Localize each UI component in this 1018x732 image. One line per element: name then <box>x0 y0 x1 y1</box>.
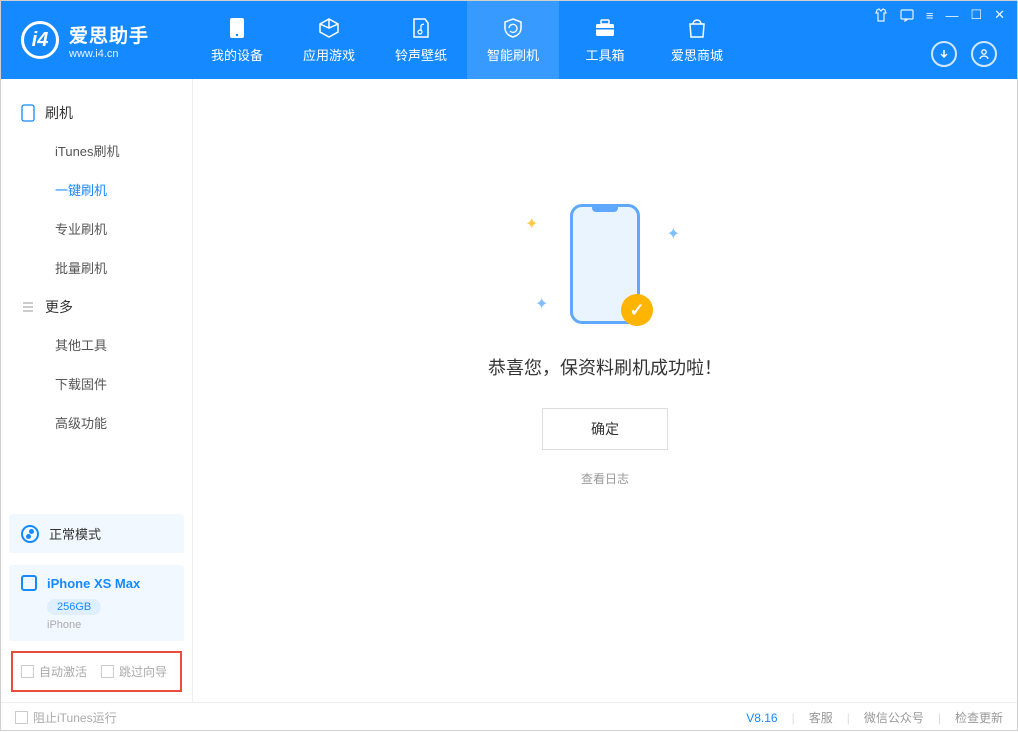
checkbox-icon <box>15 711 28 724</box>
sparkle-icon: ✦ <box>535 294 548 314</box>
sidebar-item-download-firmware[interactable]: 下载固件 <box>1 364 192 403</box>
tab-label: 应用游戏 <box>303 45 355 64</box>
tab-label: 我的设备 <box>211 45 263 64</box>
highlighted-options: 自动激活 跳过向导 <box>11 651 182 692</box>
header-right: ≡ — ☐ ✕ <box>874 1 1005 79</box>
sidebar-group-flash[interactable]: 刷机 <box>1 93 192 131</box>
feedback-icon[interactable] <box>900 8 914 22</box>
menu-icon[interactable]: ≡ <box>926 8 934 23</box>
tab-store[interactable]: 爱思商城 <box>651 1 743 79</box>
tab-label: 智能刷机 <box>487 45 539 64</box>
app-url: www.i4.cn <box>69 48 149 60</box>
nav-tabs: 我的设备 应用游戏 铃声壁纸 智能刷机 工具箱 爱思商城 <box>191 1 743 79</box>
phone-icon <box>224 17 250 39</box>
main-content: ✦ ✦ ✦ ✓ 恭喜您，保资料刷机成功啦！ 确定 查看日志 <box>193 79 1017 702</box>
header: i4 爱思助手 www.i4.cn 我的设备 应用游戏 铃声壁纸 智能刷机 工具… <box>1 1 1017 79</box>
sidebar-item-pro-flash[interactable]: 专业刷机 <box>1 209 192 248</box>
device-panel: 正常模式 iPhone XS Max 256GB iPhone 自动激活 跳过向… <box>1 514 192 702</box>
mode-icon <box>21 525 39 543</box>
tab-label: 铃声壁纸 <box>395 45 447 64</box>
logo-icon: i4 <box>21 21 59 59</box>
download-icon[interactable] <box>931 41 957 67</box>
checkbox-icon <box>21 665 34 678</box>
tab-toolbox[interactable]: 工具箱 <box>559 1 651 79</box>
logo-area[interactable]: i4 爱思助手 www.i4.cn <box>1 21 191 60</box>
device-type: iPhone <box>47 619 172 631</box>
checkbox-label: 跳过向导 <box>119 663 167 680</box>
tab-flash[interactable]: 智能刷机 <box>467 1 559 79</box>
tab-my-device[interactable]: 我的设备 <box>191 1 283 79</box>
device-mode-label: 正常模式 <box>49 524 101 543</box>
music-file-icon <box>408 17 434 39</box>
device-mode-box[interactable]: 正常模式 <box>9 514 184 553</box>
close-icon[interactable]: ✕ <box>994 7 1005 23</box>
body: 刷机 iTunes刷机 一键刷机 专业刷机 批量刷机 更多 其他工具 下载固件 … <box>1 79 1017 702</box>
skin-icon[interactable] <box>874 8 888 22</box>
support-link[interactable]: 客服 <box>809 709 833 726</box>
header-actions <box>931 41 1005 67</box>
checkmark-badge-icon: ✓ <box>621 294 653 326</box>
sidebar-item-oneclick-flash[interactable]: 一键刷机 <box>1 170 192 209</box>
check-update-link[interactable]: 检查更新 <box>955 709 1003 726</box>
logo-text: 爱思助手 www.i4.cn <box>69 21 149 60</box>
sidebar-item-itunes-flash[interactable]: iTunes刷机 <box>1 131 192 170</box>
device-small-icon <box>21 575 37 591</box>
group-title: 刷机 <box>45 103 73 123</box>
sidebar: 刷机 iTunes刷机 一键刷机 专业刷机 批量刷机 更多 其他工具 下载固件 … <box>1 79 193 702</box>
maximize-icon[interactable]: ☐ <box>970 7 982 23</box>
checkbox-block-itunes[interactable]: 阻止iTunes运行 <box>15 709 117 726</box>
bag-icon <box>684 17 710 39</box>
list-icon <box>21 300 35 314</box>
success-illustration: ✦ ✦ ✦ ✓ <box>505 194 705 334</box>
cube-icon <box>316 17 342 39</box>
footer: 阻止iTunes运行 V8.16 | 客服 | 微信公众号 | 检查更新 <box>1 702 1017 732</box>
tab-label: 工具箱 <box>585 45 624 64</box>
sidebar-nav: 刷机 iTunes刷机 一键刷机 专业刷机 批量刷机 更多 其他工具 下载固件 … <box>1 79 192 514</box>
checkbox-skip-guide[interactable]: 跳过向导 <box>101 663 167 680</box>
wechat-link[interactable]: 微信公众号 <box>864 709 924 726</box>
checkbox-label: 阻止iTunes运行 <box>33 709 117 726</box>
version-label: V8.16 <box>746 711 777 725</box>
confirm-button[interactable]: 确定 <box>542 408 668 450</box>
device-icon <box>21 104 35 122</box>
view-log-link[interactable]: 查看日志 <box>581 470 629 487</box>
checkbox-auto-activate[interactable]: 自动激活 <box>21 663 87 680</box>
sidebar-item-other-tools[interactable]: 其他工具 <box>1 325 192 364</box>
sidebar-item-batch-flash[interactable]: 批量刷机 <box>1 248 192 287</box>
sidebar-group-more[interactable]: 更多 <box>1 287 192 325</box>
sparkle-icon: ✦ <box>667 224 680 244</box>
checkbox-icon <box>101 665 114 678</box>
tab-ringtones[interactable]: 铃声壁纸 <box>375 1 467 79</box>
success-message: 恭喜您，保资料刷机成功啦！ <box>488 354 722 380</box>
minimize-icon[interactable]: — <box>945 8 958 23</box>
device-info-box[interactable]: iPhone XS Max 256GB iPhone <box>9 565 184 641</box>
device-name: iPhone XS Max <box>47 576 140 591</box>
group-title: 更多 <box>45 297 73 317</box>
refresh-shield-icon <box>500 17 526 39</box>
sidebar-item-advanced[interactable]: 高级功能 <box>1 403 192 442</box>
user-icon[interactable] <box>971 41 997 67</box>
toolbox-icon <box>592 17 618 39</box>
app-name: 爱思助手 <box>69 21 149 48</box>
window-controls: ≡ — ☐ ✕ <box>874 7 1005 23</box>
tab-apps[interactable]: 应用游戏 <box>283 1 375 79</box>
sparkle-icon: ✦ <box>525 214 538 234</box>
device-storage-badge: 256GB <box>47 599 101 615</box>
tab-label: 爱思商城 <box>671 45 723 64</box>
checkbox-label: 自动激活 <box>39 663 87 680</box>
